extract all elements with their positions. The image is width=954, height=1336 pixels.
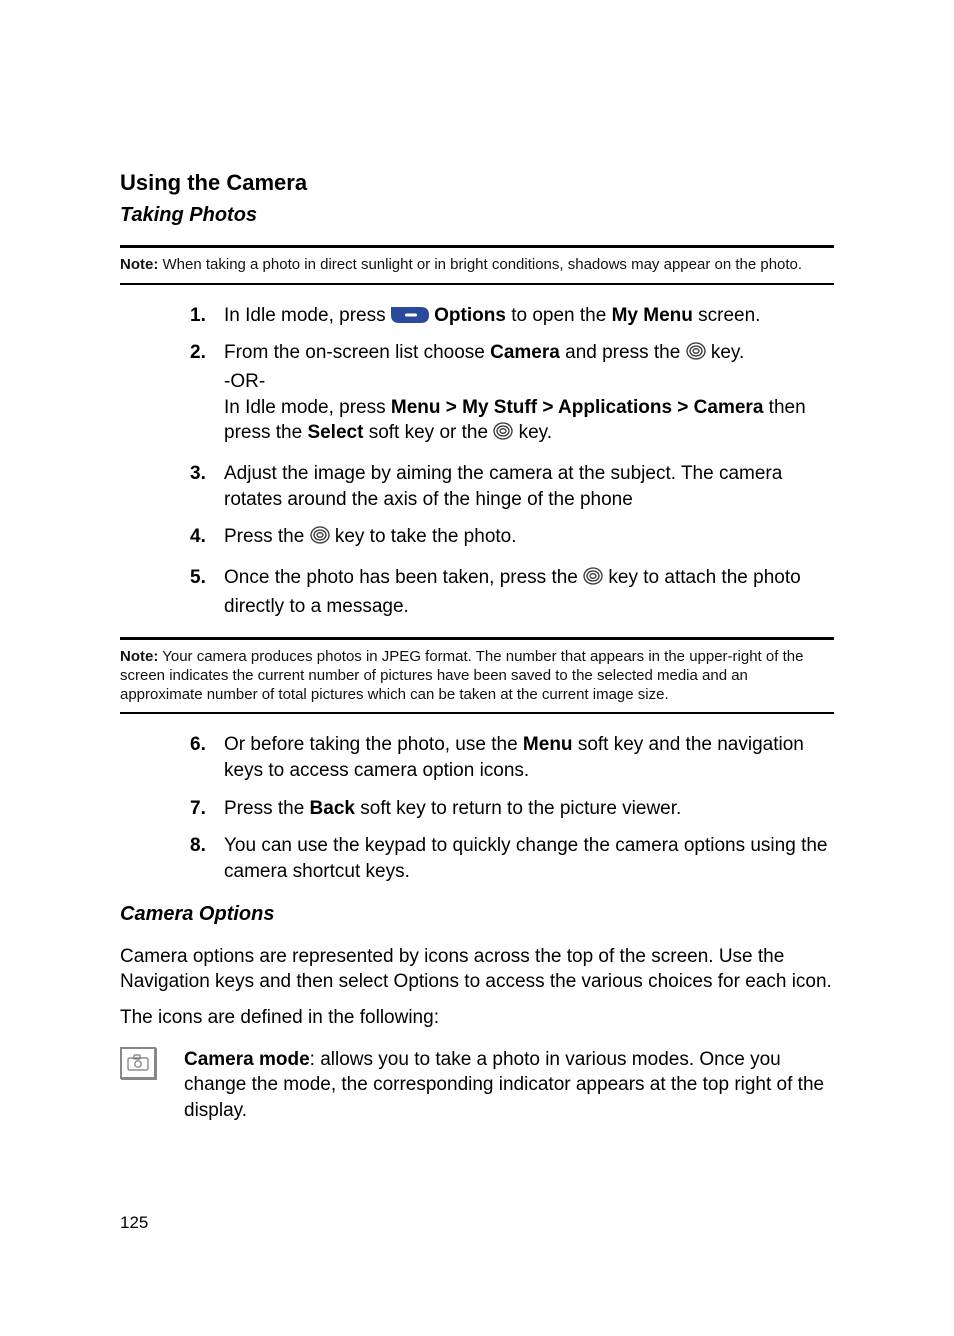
step-number: 8. — [190, 833, 224, 859]
step-bold: Back — [310, 798, 355, 819]
camera-mode-row: Camera mode: allows you to take a photo … — [120, 1047, 834, 1124]
step-number: 7. — [190, 796, 224, 822]
camera-mode-desc: Camera mode: allows you to take a photo … — [184, 1047, 834, 1124]
step-text: key to take the photo. — [335, 526, 517, 547]
step-text: soft key or the — [369, 422, 494, 443]
step-item: 1. In Idle mode, press Options to open t… — [190, 303, 834, 329]
step-text: screen. — [698, 305, 760, 326]
camera-mode-label: Camera mode — [184, 1049, 310, 1070]
step-item: 7. Press the Back soft key to return to … — [190, 796, 834, 822]
step-or: -OR- — [224, 369, 834, 395]
step-number: 5. — [190, 565, 224, 591]
step-item: 2. From the on-screen list choose Camera… — [190, 340, 834, 449]
heading-main: Using the Camera — [120, 170, 834, 196]
step-text: Press the — [224, 526, 310, 547]
note-jpeg: Note: Your camera produces photos in JPE… — [120, 640, 834, 712]
step-bold: Menu — [523, 734, 573, 755]
note-label: Note: — [120, 256, 158, 273]
note-sunlight: Note: When taking a photo in direct sunl… — [120, 248, 834, 283]
step-text: Once the photo has been taken, press the — [224, 567, 583, 588]
heading-taking-photos: Taking Photos — [120, 204, 834, 227]
note-text: When taking a photo in direct sunlight o… — [158, 256, 802, 273]
step-text: and press the — [565, 342, 685, 363]
step-number: 4. — [190, 524, 224, 550]
step-number: 2. — [190, 340, 224, 366]
note-label: Note: — [120, 648, 158, 665]
step-text: Or before taking the photo, use the — [224, 734, 523, 755]
step-text: Adjust the image by aiming the camera at… — [224, 461, 834, 512]
steps-list-a: 1. In Idle mode, press Options to open t… — [190, 303, 834, 619]
page-number: 125 — [120, 1213, 834, 1233]
step-text: In Idle mode, press — [224, 305, 391, 326]
heading-camera-options: Camera Options — [120, 903, 834, 926]
step-text: to open the — [511, 305, 611, 326]
camera-options-intro2: The icons are defined in the following: — [120, 1005, 834, 1031]
step-text: Press the — [224, 798, 310, 819]
camera-mode-icon — [120, 1047, 156, 1079]
rule — [120, 283, 834, 285]
step-bold: My Menu — [612, 305, 693, 326]
camera-options-intro1: Camera options are represented by icons … — [120, 944, 834, 995]
step-bold: Select — [307, 422, 363, 443]
step-item: 3. Adjust the image by aiming the camera… — [190, 461, 834, 512]
note-text: Your camera produces photos in JPEG form… — [120, 648, 803, 703]
step-text: key. — [711, 342, 744, 363]
step-text: soft key to return to the picture viewer… — [360, 798, 681, 819]
steps-list-b: 6. Or before taking the photo, use the M… — [190, 732, 834, 884]
ok-key-icon — [583, 566, 603, 594]
step-item: 4. Press the key to take the photo. — [190, 524, 834, 553]
step-text: From the on-screen list choose — [224, 342, 490, 363]
step-bold: Options — [434, 305, 506, 326]
step-number: 3. — [190, 461, 224, 487]
ok-key-icon — [493, 421, 513, 449]
step-item: 8. You can use the keypad to quickly cha… — [190, 833, 834, 884]
rule — [120, 712, 834, 714]
ok-key-icon — [310, 525, 330, 553]
step-item: 6. Or before taking the photo, use the M… — [190, 732, 834, 783]
step-number: 1. — [190, 303, 224, 329]
step-bold: Camera — [490, 342, 560, 363]
step-text: You can use the keypad to quickly change… — [224, 833, 834, 884]
step-number: 6. — [190, 732, 224, 758]
softkey-icon — [391, 305, 429, 321]
step-text: key. — [519, 422, 552, 443]
ok-key-icon — [686, 341, 706, 369]
step-item: 5. Once the photo has been taken, press … — [190, 565, 834, 619]
step-bold: Menu > My Stuff > Applications > Camera — [391, 397, 764, 418]
step-text: In Idle mode, press — [224, 397, 391, 418]
